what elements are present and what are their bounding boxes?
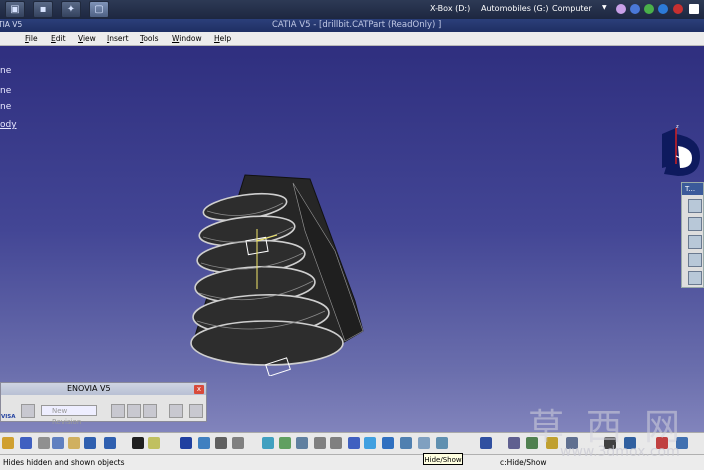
- favorite-icon[interactable]: ✦: [61, 1, 81, 18]
- tray-icon-1[interactable]: [616, 4, 626, 14]
- enovia-tool-icon[interactable]: [189, 404, 203, 418]
- app-icon-button[interactable]: ▣: [5, 1, 25, 18]
- tree-node[interactable]: ne: [0, 86, 11, 96]
- menu-tools[interactable]: Tools: [140, 34, 158, 43]
- formula-icon[interactable]: [132, 437, 144, 449]
- new-revision-button[interactable]: New Revision: [41, 405, 97, 426]
- floating-toolbar: T...: [681, 182, 704, 288]
- rotate-icon[interactable]: [296, 437, 308, 449]
- tool-icon[interactable]: [688, 253, 702, 267]
- copy-icon[interactable]: [52, 437, 64, 449]
- fit-all-icon[interactable]: [262, 437, 274, 449]
- svg-text:z: z: [676, 124, 679, 130]
- os-taskbar: ▣ ▪ ✦ ▢ X-Box (D:) Automobiles (G:) Comp…: [0, 0, 704, 19]
- tray-icon-5[interactable]: [673, 4, 683, 14]
- breadcrumb-drive-g[interactable]: Automobiles (G:): [481, 4, 549, 13]
- command-input[interactable]: c:Hide/Show: [500, 458, 547, 467]
- breadcrumb-computer[interactable]: Computer: [552, 4, 592, 13]
- shading-icon[interactable]: [400, 437, 412, 449]
- tray-icon-6[interactable]: [689, 4, 699, 14]
- menu-help[interactable]: Help: [214, 34, 231, 43]
- help-icon[interactable]: [104, 437, 116, 449]
- isometric-view-icon[interactable]: [382, 437, 394, 449]
- enovia-tool-icon[interactable]: [111, 404, 125, 418]
- menu-file[interactable]: File: [25, 34, 38, 43]
- tool-icon[interactable]: [688, 235, 702, 249]
- hide-show-tooltip: Hide/Show: [423, 453, 463, 465]
- tool-icon[interactable]: [688, 199, 702, 213]
- swap-visible-space-icon[interactable]: [436, 437, 448, 449]
- tree-node[interactable]: ne: [0, 66, 11, 76]
- enovia-connect-icon[interactable]: [21, 404, 35, 418]
- dropdown-arrow-icon[interactable]: ▼: [602, 4, 607, 11]
- tool-icon[interactable]: [688, 271, 702, 285]
- cube-view-icon[interactable]: [364, 437, 376, 449]
- status-message: Hides hidden and shown objects: [3, 458, 125, 467]
- tray-icon-2[interactable]: [630, 4, 640, 14]
- pan-icon[interactable]: [279, 437, 291, 449]
- floating-toolbar-title[interactable]: T...: [682, 183, 703, 195]
- paste-icon[interactable]: [68, 437, 80, 449]
- breadcrumb-drive-d[interactable]: X-Box (D:): [430, 4, 470, 13]
- compass-icon[interactable]: z: [656, 124, 704, 182]
- measure-icon[interactable]: [480, 437, 492, 449]
- undo-icon[interactable]: [84, 437, 96, 449]
- tree-node-body[interactable]: ody: [0, 120, 17, 130]
- enovia-title: ENOVIA V5: [67, 384, 111, 393]
- enovia-toolbar: ENOVIA V5 x VISA New Revision: [0, 382, 207, 426]
- tray-icon-4[interactable]: [658, 4, 668, 14]
- close-icon[interactable]: x: [194, 385, 204, 394]
- menu-window[interactable]: Window: [172, 34, 202, 43]
- watermark-logo: 草西网: [528, 407, 703, 448]
- hide-show-icon[interactable]: [418, 437, 430, 449]
- grid-icon[interactable]: [180, 437, 192, 449]
- zoom-icon[interactable]: [215, 437, 227, 449]
- menu-insert[interactable]: Insert: [107, 34, 129, 43]
- zoom-out-icon[interactable]: [330, 437, 342, 449]
- app-title: TIA V5: [0, 20, 23, 29]
- save-icon[interactable]: [20, 437, 32, 449]
- menu-bar: File Edit View Insert Tools Window Help: [0, 32, 704, 46]
- menu-view[interactable]: View: [78, 34, 96, 43]
- menu-edit[interactable]: Edit: [51, 34, 66, 43]
- title-bar: TIA V5 CATIA V5 - [drillbit.CATPart (Rea…: [0, 19, 704, 32]
- view-icon[interactable]: [232, 437, 244, 449]
- tool-icon[interactable]: [688, 217, 702, 231]
- enovia-tool-icon[interactable]: [169, 404, 183, 418]
- analysis-icon[interactable]: [508, 437, 520, 449]
- zoom-in-icon[interactable]: [314, 437, 326, 449]
- window-icon[interactable]: ▢: [89, 1, 109, 18]
- watermark-url: www.3dmox.com: [560, 444, 680, 460]
- annotation-icon[interactable]: [148, 437, 160, 449]
- enovia-tool-icon[interactable]: [127, 404, 141, 418]
- tray-icon-3[interactable]: [644, 4, 654, 14]
- visa-label: VISA: [1, 414, 16, 420]
- normal-view-icon[interactable]: [348, 437, 360, 449]
- folder-icon[interactable]: [2, 437, 14, 449]
- save-icon[interactable]: ▪: [33, 1, 53, 18]
- enovia-tool-icon[interactable]: [143, 404, 157, 418]
- drill-bit-model[interactable]: [185, 171, 380, 376]
- tree-node[interactable]: ne: [0, 102, 11, 112]
- cut-icon[interactable]: [38, 437, 50, 449]
- tree-icon[interactable]: [198, 437, 210, 449]
- document-title: CATIA V5 - [drillbit.CATPart (ReadOnly) …: [272, 20, 442, 30]
